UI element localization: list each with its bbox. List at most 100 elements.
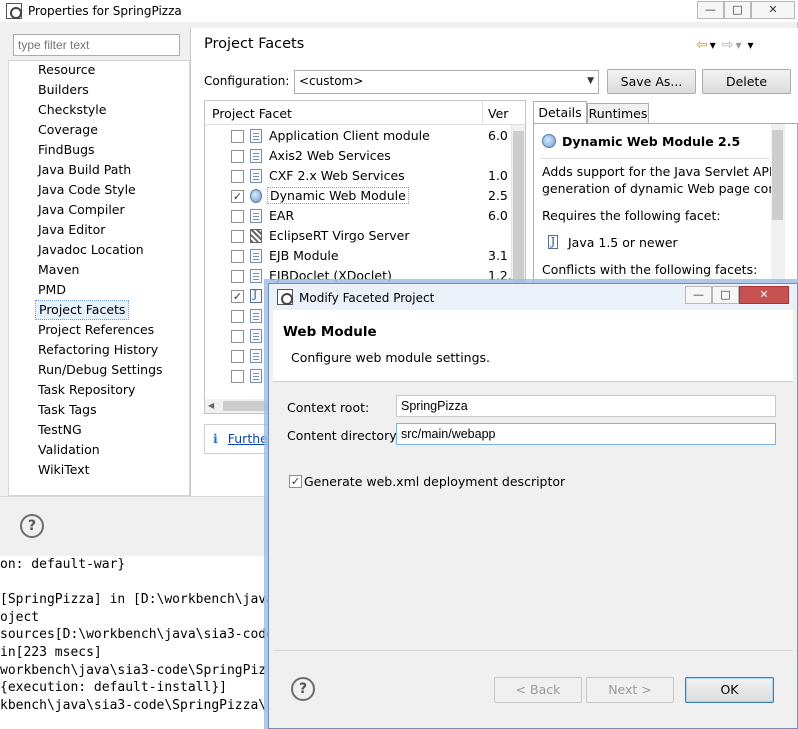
table-row[interactable]: CXF 2.x Web Services 1.0	[205, 166, 511, 186]
facet-checkbox[interactable]	[231, 210, 244, 223]
help-icon[interactable]: ?	[291, 677, 315, 701]
nav-item-wikitext[interactable]: WikiText	[35, 460, 93, 480]
nav-item-run-debug-settings[interactable]: Run/Debug Settings	[35, 360, 166, 380]
facet-checkbox[interactable]	[231, 250, 244, 263]
table-row[interactable]: EAR 6.0	[205, 206, 511, 226]
facet-checkbox[interactable]	[231, 170, 244, 183]
nav-item-builders[interactable]: Builders	[35, 80, 92, 100]
facet-checkbox[interactable]	[231, 330, 244, 343]
details-description-2: generation of dynamic Web page cont	[542, 181, 782, 196]
delete-button[interactable]: Delete	[702, 69, 791, 94]
nav-item-findbugs[interactable]: FindBugs	[35, 140, 98, 160]
tab-runtimes[interactable]: Runtimes	[587, 103, 649, 124]
maximize-button[interactable]: □	[712, 286, 739, 304]
properties-titlebar[interactable]: Properties for SpringPizza — □ ✕	[0, 0, 798, 22]
maximize-button[interactable]: □	[724, 1, 751, 19]
configuration-label: Configuration:	[204, 74, 290, 88]
next-button[interactable]: Next >	[586, 677, 674, 703]
facet-version[interactable]: 6.0	[488, 208, 508, 223]
facet-checkbox[interactable]	[231, 130, 244, 143]
scrollbar-thumb[interactable]	[772, 130, 783, 220]
nav-item-testng[interactable]: TestNG	[35, 420, 85, 440]
page-icon	[250, 249, 262, 263]
facet-name: EJB Module	[269, 248, 339, 263]
nav-item-resource[interactable]: Resource	[35, 60, 98, 80]
nav-item-refactoring-history[interactable]: Refactoring History	[35, 340, 161, 360]
close-button[interactable]: ✕	[751, 1, 795, 19]
scrollbar-thumb[interactable]	[513, 131, 524, 291]
nav-item-checkstyle[interactable]: Checkstyle	[35, 100, 109, 120]
minimize-button[interactable]: —	[697, 1, 724, 19]
page-icon	[250, 329, 262, 343]
nav-item-java-compiler[interactable]: Java Compiler	[35, 200, 128, 220]
facet-version[interactable]: 2.5	[488, 188, 508, 203]
close-button[interactable]: ✕	[739, 286, 789, 304]
facet-checkbox[interactable]	[231, 310, 244, 323]
scroll-left-icon[interactable]: ◀	[208, 401, 214, 410]
required-facet: Java 1.5 or newer	[568, 235, 678, 250]
facet-version[interactable]: 1.2.	[488, 268, 511, 283]
facet-version[interactable]: 1.0	[488, 168, 508, 183]
facet-checkbox[interactable]: ✓	[231, 290, 244, 303]
nav-item-maven[interactable]: Maven	[35, 260, 82, 280]
facet-checkbox[interactable]	[231, 350, 244, 363]
forward-menu-icon[interactable]: ▾	[736, 38, 742, 52]
table-row[interactable]: Application Client module 6.0	[205, 126, 511, 146]
facet-checkbox[interactable]	[231, 370, 244, 383]
view-menu-icon[interactable]: ▾	[748, 38, 754, 52]
facet-name: Axis2 Web Services	[269, 148, 391, 163]
facet-name: EclipseRT Virgo Server	[269, 228, 410, 243]
column-divider[interactable]	[482, 101, 483, 125]
context-root-input[interactable]	[396, 395, 776, 417]
table-row[interactable]: EclipseRT Virgo Server	[205, 226, 511, 246]
table-row[interactable]: EJB Module 3.1	[205, 246, 511, 266]
table-row[interactable]: ✓ Dynamic Web Module 2.5	[205, 186, 511, 206]
column-header-version[interactable]: Ver	[488, 106, 508, 121]
console-line: on: default-war}	[0, 557, 126, 572]
nav-item-java-build-path[interactable]: Java Build Path	[35, 160, 134, 180]
configuration-select[interactable]: <custom> ▼	[294, 70, 599, 94]
back-button[interactable]: < Back	[494, 677, 582, 703]
generate-webxml-checkbox[interactable]: ✓	[289, 475, 302, 488]
nav-item-task-tags[interactable]: Task Tags	[35, 400, 100, 420]
dialog-titlebar[interactable]: Modify Faceted Project — □ ✕	[269, 284, 797, 310]
facet-checkbox[interactable]: ✓	[231, 190, 244, 203]
further-config-link[interactable]: Furthe	[228, 431, 268, 446]
back-menu-icon[interactable]: ▾	[710, 38, 716, 52]
filter-input[interactable]	[13, 34, 180, 56]
facet-checkbox[interactable]	[231, 270, 244, 283]
nav-item-validation[interactable]: Validation	[35, 440, 103, 460]
nav-item-java-editor[interactable]: Java Editor	[35, 220, 108, 240]
nav-item-javadoc-location[interactable]: Javadoc Location	[35, 240, 147, 260]
generate-webxml-label[interactable]: Generate web.xml deployment descriptor	[304, 474, 565, 489]
nav-item-project-facets[interactable]: Project Facets	[35, 300, 130, 320]
facet-name: CXF 2.x Web Services	[269, 168, 405, 183]
back-arrow-icon[interactable]: ⇦	[696, 37, 708, 53]
globe-icon	[250, 189, 262, 203]
details-description-1: Adds support for the Java Servlet API,	[542, 164, 777, 179]
java-icon: J	[548, 235, 558, 249]
facet-checkbox[interactable]	[231, 230, 244, 243]
tab-details[interactable]: Details	[533, 101, 587, 124]
help-icon[interactable]: ?	[20, 514, 44, 538]
column-header-facet[interactable]: Project Facet	[212, 106, 292, 121]
facet-version[interactable]: 3.1	[488, 248, 508, 263]
save-as-button[interactable]: Save As...	[607, 69, 696, 94]
forward-arrow-icon[interactable]: ⇨	[722, 37, 734, 53]
nav-item-task-repository[interactable]: Task Repository	[35, 380, 138, 400]
table-row[interactable]: Axis2 Web Services	[205, 146, 511, 166]
content-directory-input[interactable]	[396, 423, 776, 445]
nav-item-project-references[interactable]: Project References	[35, 320, 157, 340]
page-icon	[250, 149, 262, 163]
facet-version[interactable]: 6.0	[488, 128, 508, 143]
dialog-title: Modify Faceted Project	[299, 291, 435, 305]
dialog-header: Web Module Configure web module settings…	[273, 310, 793, 382]
console-line: {execution: default-install}]	[0, 680, 227, 696]
nav-item-java-code-style[interactable]: Java Code Style	[35, 180, 139, 200]
facet-checkbox[interactable]	[231, 150, 244, 163]
nav-item-pmd[interactable]: PMD	[35, 280, 69, 300]
nav-item-coverage[interactable]: Coverage	[35, 120, 101, 140]
minimize-button[interactable]: —	[685, 286, 712, 304]
wizard-page-description: Configure web module settings.	[291, 350, 491, 365]
ok-button[interactable]: OK	[685, 677, 774, 703]
